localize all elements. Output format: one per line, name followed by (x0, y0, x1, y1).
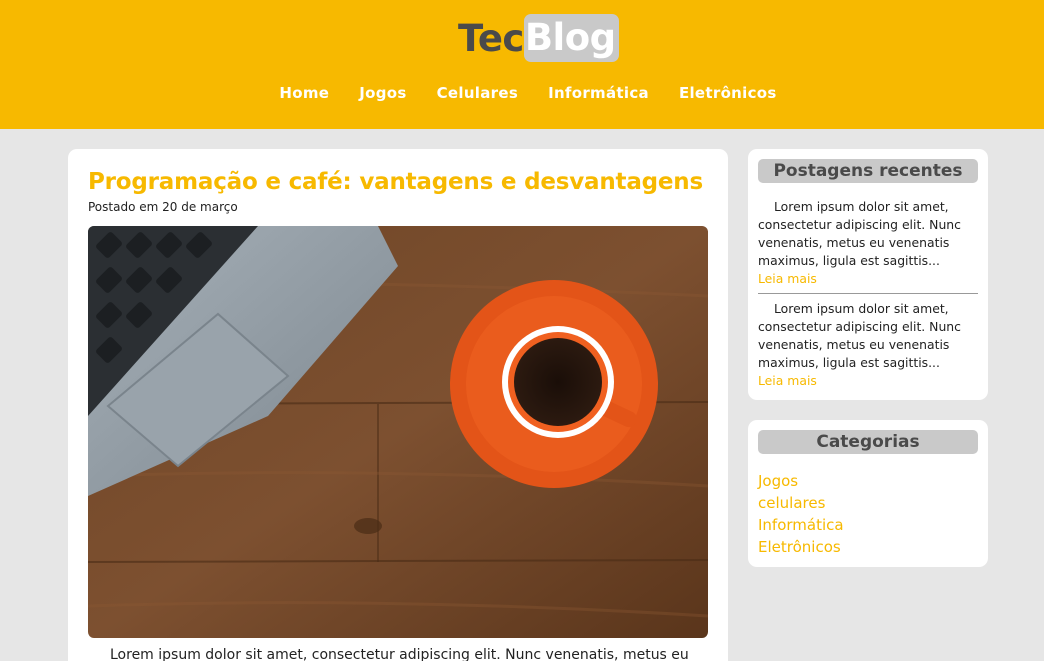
post-title[interactable]: Programação e café: vantagens e desvanta… (88, 169, 703, 195)
list-item: Jogos (758, 471, 978, 493)
category-list: Jogos celulares Informática Eletrônicos (758, 471, 978, 559)
site-header: Tec Blog Home Jogos Celulares Informática… (0, 0, 1044, 129)
category-link-jogos[interactable]: Jogos (758, 472, 798, 490)
list-item: Eletrônicos (758, 537, 978, 559)
recent-posts-widget: Postagens recentes Lorem ipsum dolor sit… (748, 149, 988, 400)
category-link-celulares[interactable]: celulares (758, 494, 825, 512)
category-link-eletronicos[interactable]: Eletrônicos (758, 538, 841, 556)
post-body-text: Lorem ipsum dolor sit amet, consectetur … (110, 647, 689, 661)
categories-title: Categorias (758, 430, 978, 454)
read-more-link[interactable]: Leia mais (758, 372, 978, 390)
recent-posts-title: Postagens recentes (758, 159, 978, 183)
recent-post-item: Lorem ipsum dolor sit amet, consectetur … (758, 198, 978, 288)
post-card: Programação e café: vantagens e desvanta… (68, 149, 728, 661)
logo-text-tec: Tec (458, 16, 524, 60)
nav-informatica[interactable]: Informática (548, 84, 649, 102)
nav-eletronicos[interactable]: Eletrônicos (679, 84, 777, 102)
recent-post-item: Lorem ipsum dolor sit amet, consectetur … (758, 300, 978, 390)
site-logo[interactable]: Tec Blog (458, 13, 619, 63)
list-item: Informática (758, 515, 978, 537)
recent-post-excerpt: Lorem ipsum dolor sit amet, consectetur … (758, 199, 961, 268)
category-link-informatica[interactable]: Informática (758, 516, 844, 534)
laptop-and-coffee-photo (88, 226, 708, 638)
nav-jogos[interactable]: Jogos (359, 84, 406, 102)
post-date: Postado em 20 de março (88, 200, 238, 214)
read-more-link[interactable]: Leia mais (758, 270, 978, 288)
list-item: celulares (758, 493, 978, 515)
recent-post-excerpt: Lorem ipsum dolor sit amet, consectetur … (758, 301, 961, 370)
categories-widget: Categorias Jogos celulares Informática E… (748, 420, 988, 567)
nav-home[interactable]: Home (279, 84, 329, 102)
post-image (88, 226, 708, 638)
divider (758, 293, 978, 294)
main-nav: Home Jogos Celulares Informática Eletrôn… (0, 84, 1044, 102)
logo-text-blog: Blog (523, 14, 619, 62)
nav-celulares[interactable]: Celulares (437, 84, 518, 102)
